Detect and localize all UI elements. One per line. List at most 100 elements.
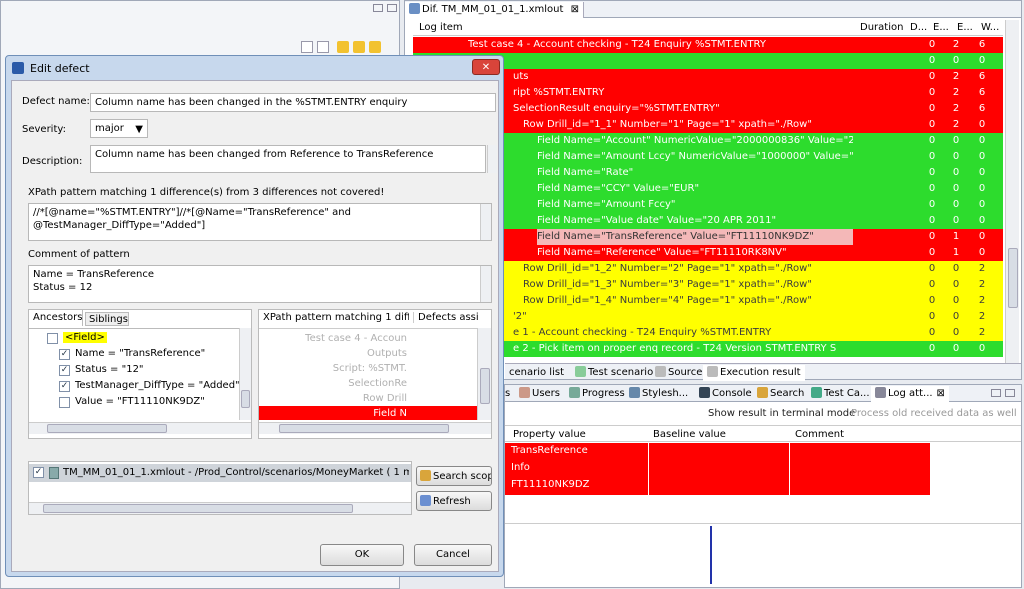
tree-item[interactable]: Value = "FT11110NK9DZ": [29, 395, 239, 410]
tree-scroll-thumb[interactable]: [241, 390, 250, 408]
tab-progress[interactable]: Progress: [565, 386, 629, 402]
tree-item-checkbox[interactable]: ✓: [59, 381, 70, 392]
log-row-text: Field Name="Value date" Value="20 APR 20…: [537, 215, 777, 226]
severity-select[interactable]: major ▼: [90, 119, 148, 138]
log-row-count: 0: [978, 167, 986, 178]
description-scrollbar[interactable]: [487, 145, 497, 173]
matching-row[interactable]: Outputs: [259, 346, 477, 361]
col-e2[interactable]: E...: [957, 22, 975, 33]
matching-row[interactable]: Row Drill: [259, 391, 477, 406]
defect-name-input[interactable]: Column name has been changed in the %STM…: [90, 93, 496, 112]
matching-row[interactable]: SelectionRe: [259, 376, 477, 391]
prop-row-value[interactable]: TransReference: [511, 445, 588, 456]
dialog-close-button[interactable]: ✕: [472, 59, 500, 75]
tree-item-checkbox[interactable]: ✓: [59, 365, 70, 376]
tree-horizontal-scrollbar[interactable]: [29, 422, 251, 434]
search-scope-button[interactable]: Search scope: [416, 466, 492, 486]
down-arrow-icon[interactable]: [337, 41, 349, 53]
log-row-count: 2: [952, 103, 960, 114]
col-duration[interactable]: Duration: [860, 22, 903, 33]
bottom-tab-bar: s Users Progress Stylesh... Console Sear…: [505, 385, 1021, 402]
col-d[interactable]: D...: [910, 22, 928, 33]
comment-scrollbar[interactable]: [480, 266, 491, 302]
col-e1[interactable]: E...: [933, 22, 951, 33]
tab-execution-result[interactable]: Execution result: [703, 365, 805, 381]
log-row-count: 2: [952, 39, 960, 50]
comment-input[interactable]: Name = TransReference Status = 12: [28, 265, 492, 303]
tab-source[interactable]: Source: [651, 365, 706, 381]
cancel-button[interactable]: Cancel: [414, 544, 492, 566]
tree-item[interactable]: ✓ Status = "12": [29, 363, 239, 378]
prop-row-value[interactable]: Info: [511, 462, 530, 473]
col-w[interactable]: W...: [981, 22, 1001, 33]
tab-console[interactable]: Console: [695, 386, 756, 402]
tab-test-cases[interactable]: Test Ca...: [807, 386, 874, 402]
minimize-view-icon[interactable]: [991, 389, 1001, 397]
collapse-icon[interactable]: [301, 41, 313, 53]
tab-test-scenario[interactable]: Test scenario: [571, 365, 657, 381]
log-row-count: 2: [978, 295, 986, 306]
tab-siblings[interactable]: Siblings: [85, 312, 129, 326]
matching-row[interactable]: Field N: [259, 406, 477, 420]
matching-hscroll-thumb[interactable]: [279, 424, 449, 433]
scope-hscroll-thumb[interactable]: [43, 504, 353, 513]
scope-horizontal-scrollbar[interactable]: [29, 502, 411, 514]
col-comment[interactable]: Comment: [795, 429, 844, 440]
tab-scenario-list[interactable]: cenario list: [505, 365, 568, 381]
tab-search[interactable]: Search: [753, 386, 808, 402]
tree-item[interactable]: ✓ Name = "TransReference": [29, 347, 239, 362]
tree-item-checkbox[interactable]: [47, 333, 58, 344]
up-arrow-icon[interactable]: [353, 41, 365, 53]
description-input[interactable]: Column name has been changed from Refere…: [90, 145, 486, 173]
tab-ancestors[interactable]: Ancestors: [29, 310, 83, 326]
close-tab-icon[interactable]: ⊠: [571, 4, 579, 15]
close-tab-icon[interactable]: ⊠: [937, 388, 945, 399]
ok-button[interactable]: OK: [320, 544, 404, 566]
tree-item[interactable]: <Field>: [29, 331, 239, 346]
log-row-count: 0: [928, 199, 936, 210]
xpath-pattern-input[interactable]: //*[@name="%STMT.ENTRY"]//*[@Name="Trans…: [28, 203, 492, 241]
log-row-text: Row Drill_id="1_3" Number="3" Page="1" x…: [523, 279, 812, 290]
tree-item-label: Value = "FT11110NK9DZ": [75, 396, 205, 407]
log-scroll-thumb[interactable]: [1008, 248, 1018, 308]
log-vertical-scrollbar[interactable]: [1005, 20, 1019, 364]
tab-log-attributes[interactable]: Log att... ⊠: [871, 386, 949, 402]
matching-vertical-scrollbar[interactable]: [477, 328, 491, 420]
maximize-view-icon[interactable]: [1005, 389, 1015, 397]
matching-row[interactable]: Script: %STMT.: [259, 361, 477, 376]
col-defects-assigned[interactable]: Defects assig: [413, 312, 479, 323]
tab-stylesheet[interactable]: Stylesh...: [625, 386, 692, 402]
chevron-down-icon: ▼: [135, 124, 143, 135]
tree-item-checkbox[interactable]: [59, 397, 70, 408]
scope-item-checkbox[interactable]: ✓: [33, 467, 44, 478]
refresh-button[interactable]: Refresh: [416, 491, 492, 511]
minimize-icon[interactable]: [373, 4, 383, 12]
tree-item[interactable]: ✓ TestManager_DiffType = "Added": [29, 379, 239, 394]
editor-tab[interactable]: Dif. TM_MM_01_01_1.xmlout ⊠: [405, 2, 585, 18]
log-row-text: Field Name="Amount Fccy": [537, 199, 676, 210]
next-arrow-icon[interactable]: [369, 41, 381, 53]
col-property-value[interactable]: Property value: [513, 429, 586, 440]
log-row-count: 6: [978, 39, 986, 50]
expand-icon[interactable]: [317, 41, 329, 53]
maximize-icon[interactable]: [387, 4, 397, 12]
matching-horizontal-scrollbar[interactable]: [259, 422, 491, 434]
log-row-count: 6: [978, 87, 986, 98]
tree-vertical-scrollbar[interactable]: [239, 328, 251, 420]
log-row-text: ript %STMT.ENTRY: [513, 87, 605, 98]
matching-scroll-thumb[interactable]: [480, 368, 490, 404]
show-result-terminal[interactable]: Show result in terminal mode: [708, 408, 855, 419]
tab-users[interactable]: Users: [515, 386, 564, 402]
matching-list: Test case 4 - Accoun Outputs Script: %STMT…: [259, 328, 477, 420]
log-row[interactable]: Test case 4 - Account checking - T24 Enq…: [413, 37, 1003, 53]
col-log-item[interactable]: Log item: [419, 22, 463, 33]
prop-row-value[interactable]: FT11110NK9DZ: [511, 479, 589, 490]
col-baseline-value[interactable]: Baseline value: [653, 429, 726, 440]
scope-item-row[interactable]: ✓ TM_MM_01_01_1.xmlout - /Prod_Control/s…: [29, 464, 411, 482]
tree-hscroll-thumb[interactable]: [47, 424, 167, 433]
xpath-scrollbar[interactable]: [480, 204, 491, 240]
matching-row[interactable]: Test case 4 - Accoun: [259, 331, 477, 346]
tree-item-checkbox[interactable]: ✓: [59, 349, 70, 360]
col-xpath-matching[interactable]: XPath pattern matching 1 diff...: [263, 312, 409, 323]
xpath-line: //*[@name="%STMT.ENTRY"]//*[@Name="Trans…: [33, 207, 351, 218]
